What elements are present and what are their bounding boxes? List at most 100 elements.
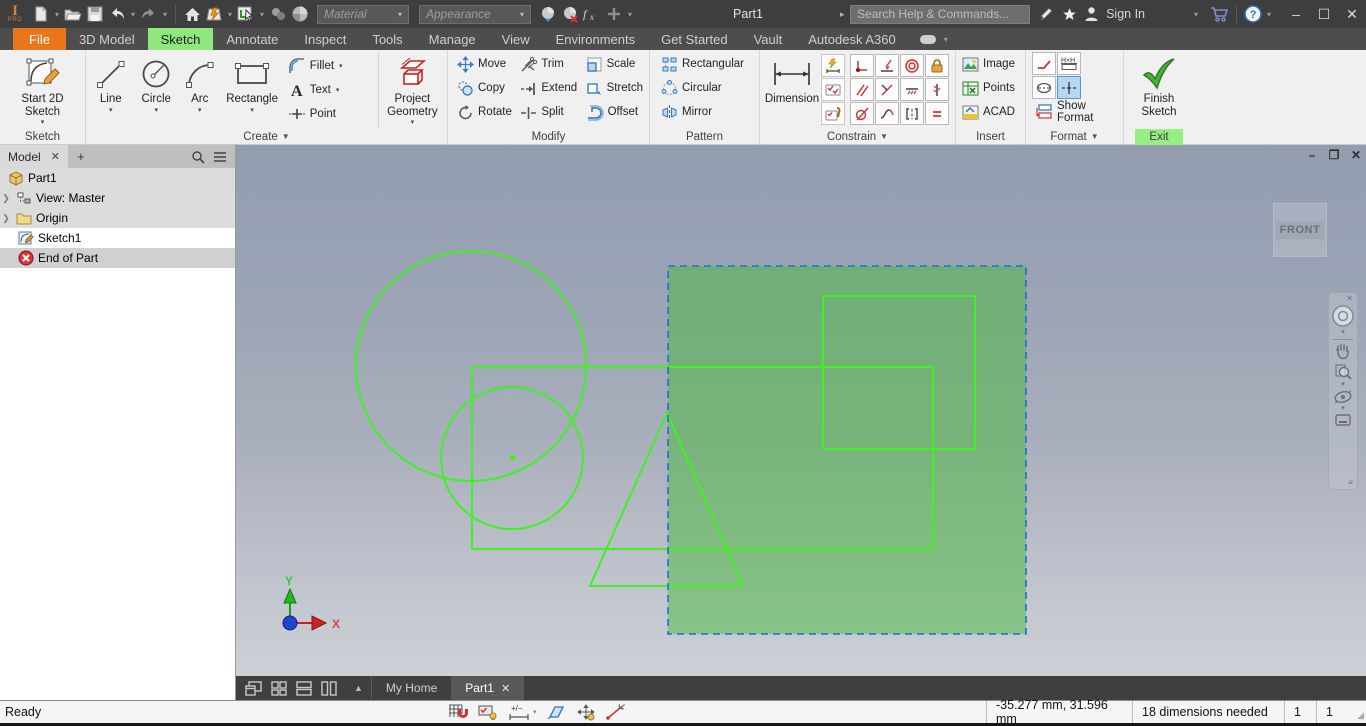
grid-snap-icon[interactable] — [448, 703, 468, 721]
search-community-icon[interactable] — [1036, 2, 1058, 26]
panel-label-create[interactable]: Create▼ — [86, 128, 447, 145]
copy-button[interactable]: Copy — [454, 76, 517, 100]
save-button[interactable] — [84, 2, 106, 26]
equal-constraint-button[interactable] — [925, 102, 949, 125]
zoom-caret[interactable]: ▾ — [1341, 381, 1345, 389]
performance-caret[interactable]: ▾ — [225, 10, 235, 19]
move-button[interactable]: Move — [454, 52, 517, 76]
smooth-constraint-button[interactable] — [875, 102, 899, 125]
tile-windows-icon[interactable] — [271, 681, 287, 696]
line-button[interactable]: Line ▾ — [89, 52, 133, 128]
new-file-caret[interactable]: ▾ — [52, 10, 62, 19]
clear-appearance-icon[interactable] — [559, 2, 581, 26]
orbit-caret[interactable]: ▾ — [1341, 405, 1345, 413]
help-caret[interactable]: ▾ — [1264, 10, 1274, 19]
material-dropdown[interactable]: Material▾ — [317, 5, 409, 24]
doc-close-button[interactable]: ✕ — [1348, 148, 1364, 162]
store-cart-icon[interactable] — [1209, 2, 1231, 26]
tree-item-end-of-part[interactable]: End of Part — [0, 248, 235, 268]
tab-tools[interactable]: Tools — [359, 28, 415, 50]
redo-caret[interactable]: ▾ — [160, 10, 170, 19]
mirror-button[interactable]: Mirror — [658, 100, 747, 124]
browser-tab-close-icon[interactable]: ✕ — [51, 150, 60, 163]
fillet-button[interactable]: Fillet▾ — [285, 54, 376, 78]
browser-tab-model[interactable]: Model ✕ — [0, 145, 68, 168]
sign-in-caret[interactable]: ▾ — [1191, 10, 1201, 19]
viewcube[interactable]: FRONT — [1273, 203, 1327, 257]
panel-label-format[interactable]: Format▼ — [1026, 128, 1123, 145]
degrees-of-freedom-icon[interactable] — [605, 704, 625, 721]
constraint-settings-button[interactable] — [821, 102, 845, 125]
arc-button[interactable]: Arc ▾ — [180, 52, 220, 128]
undo-button[interactable] — [106, 2, 128, 26]
browser-search-icon[interactable] — [191, 150, 205, 164]
tab-autodesk-a360[interactable]: Autodesk A360 — [795, 28, 908, 50]
navbar-menu-icon[interactable]: ≡ — [1348, 478, 1357, 489]
rectangle-button[interactable]: Rectangle ▾ — [220, 52, 285, 128]
tree-item-part1[interactable]: Part1 — [0, 168, 235, 188]
navbar-close-icon[interactable]: ✕ — [1346, 293, 1357, 303]
home-button[interactable] — [181, 2, 203, 26]
collinear-constraint-button[interactable] — [875, 54, 899, 77]
scale-button[interactable]: Scale — [583, 52, 646, 76]
concentric-constraint-button[interactable] — [900, 54, 924, 77]
browser-add-tab-button[interactable]: + — [68, 149, 94, 164]
maximize-button[interactable]: ☐ — [1310, 0, 1338, 28]
qat-customize-caret[interactable]: ▾ — [625, 10, 635, 19]
text-button[interactable]: A Text▾ — [285, 78, 376, 102]
parameters-fx-icon[interactable]: fx — [581, 2, 603, 26]
point-button[interactable]: Point — [285, 102, 376, 126]
start-2d-sketch-button[interactable]: Start 2D Sketch ▾ — [7, 52, 79, 128]
insert-points-button[interactable]: Points — [959, 76, 1018, 100]
tab-view[interactable]: View — [489, 28, 543, 50]
tab-3d-model[interactable]: 3D Model — [66, 28, 148, 50]
tangent-constraint-button[interactable] — [850, 102, 874, 125]
perpendicular-constraint-button[interactable] — [875, 78, 899, 101]
finish-sketch-button[interactable]: Finish Sketch — [1128, 52, 1190, 128]
tree-item-sketch1[interactable]: Sketch1 — [0, 228, 235, 248]
minimize-button[interactable]: – — [1282, 0, 1310, 28]
panel-label-constrain[interactable]: Constrain▼ — [760, 128, 955, 145]
dimension-display-icon[interactable]: +/− ▾ — [508, 704, 537, 721]
circle-button[interactable]: Circle ▾ — [133, 52, 180, 128]
stretch-button[interactable]: Stretch — [583, 76, 646, 100]
tab-sketch[interactable]: Sketch — [148, 28, 214, 50]
cascade-windows-icon[interactable] — [245, 681, 262, 696]
fix-constraint-button[interactable] — [925, 54, 949, 77]
tab-file[interactable]: File — [13, 28, 66, 50]
favorites-star-icon[interactable] — [1058, 2, 1080, 26]
resize-grip[interactable]: ◢ — [1352, 701, 1366, 723]
material-icon[interactable] — [267, 2, 289, 26]
auto-dimension-button[interactable] — [821, 54, 845, 77]
tile-vertical-icon[interactable] — [321, 681, 337, 696]
orbit-button[interactable] — [1333, 389, 1353, 405]
tab-get-started[interactable]: Get Started — [648, 28, 740, 50]
viewcube-front-face[interactable]: FRONT — [1276, 221, 1324, 239]
circular-pattern-button[interactable]: Circular — [658, 76, 747, 100]
parallel-constraint-button[interactable] — [850, 78, 874, 101]
new-file-button[interactable] — [30, 2, 52, 26]
add-qat-icon[interactable] — [603, 2, 625, 26]
tile-horizontal-icon[interactable] — [296, 681, 312, 696]
doc-minimize-button[interactable]: – — [1304, 148, 1320, 162]
sketch-only-button[interactable] — [1032, 52, 1056, 75]
show-format-button[interactable]: Show Format — [1032, 100, 1120, 124]
tree-item-origin[interactable]: ❯ Origin — [0, 208, 235, 228]
project-geometry-button[interactable]: Project Geometry ▾ — [381, 52, 444, 128]
tab-part1-document[interactable]: Part1 ✕ — [451, 676, 524, 700]
adjust-appearance-icon[interactable] — [537, 2, 559, 26]
tab-environments[interactable]: Environments — [543, 28, 648, 50]
dimension-button[interactable]: Dimension — [763, 52, 821, 128]
slice-graphics-icon[interactable] — [478, 704, 498, 721]
sketch-center-point[interactable] — [510, 455, 515, 460]
horizontal-constraint-button[interactable] — [900, 78, 924, 101]
trim-button[interactable]: Trim — [517, 52, 582, 76]
rotate-button[interactable]: Rotate — [454, 100, 517, 124]
extend-button[interactable]: Extend — [517, 76, 582, 100]
performance-button[interactable] — [203, 2, 225, 26]
driven-dimension-button[interactable]: H×H — [1057, 52, 1081, 75]
appearance-dropdown[interactable]: Appearance▾ — [419, 5, 531, 24]
tab-vault[interactable]: Vault — [741, 28, 796, 50]
tab-annotate[interactable]: Annotate — [213, 28, 291, 50]
appearance-sphere-icon[interactable] — [289, 2, 311, 26]
